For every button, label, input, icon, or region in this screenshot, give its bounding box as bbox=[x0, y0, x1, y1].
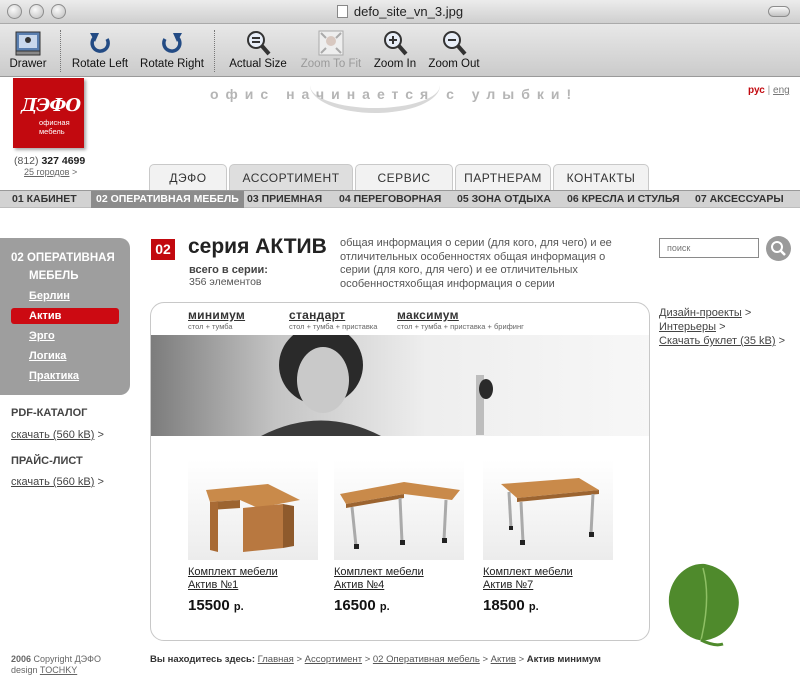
zoom-to-fit-button[interactable]: Zoom To Fit bbox=[296, 28, 366, 70]
product-price: 15500 р. bbox=[188, 597, 244, 614]
drawer-button[interactable]: Drawer bbox=[6, 28, 50, 70]
subnav-reception[interactable]: 03 ПРИЕМНАЯ bbox=[247, 191, 322, 208]
straight-desk-illustration bbox=[501, 478, 599, 545]
pdf-catalog-heading: PDF-КАТАЛОГ bbox=[11, 407, 88, 419]
leaf-decoration bbox=[668, 563, 739, 647]
search-icon bbox=[771, 241, 786, 256]
designer-link[interactable]: TOCHKY bbox=[40, 665, 77, 675]
product-image[interactable] bbox=[334, 460, 464, 560]
breadcrumb-operative-furniture[interactable]: 02 Оперативная мебель bbox=[373, 654, 480, 665]
product-price: 18500 р. bbox=[483, 597, 539, 614]
pdf-catalog-download-link[interactable]: скачать (560 kB) > bbox=[11, 429, 104, 441]
angled-desk-illustration bbox=[340, 482, 460, 549]
config-tab-maximum[interactable]: максимум стол + тумба + приставка + бриф… bbox=[397, 308, 524, 331]
document-icon bbox=[336, 5, 348, 18]
tab-partners[interactable]: ПАРТНЕРАМ bbox=[455, 164, 551, 190]
slogan: офис начинается с улыбки! bbox=[210, 86, 579, 102]
series-menu: 02 ОПЕРАТИВНАЯ МЕБЕЛЬ Берлин Актив Эрго … bbox=[0, 238, 130, 395]
rotate-right-button[interactable]: Rotate Right bbox=[136, 28, 208, 70]
breadcrumb-assortment[interactable]: Ассортимент bbox=[305, 654, 362, 665]
series-count: 356 элементов bbox=[189, 276, 262, 288]
toolbar-separator bbox=[60, 30, 61, 72]
lang-eng-link[interactable]: eng bbox=[773, 85, 790, 96]
series-number-badge: 02 bbox=[151, 239, 175, 260]
zoom-in-button[interactable]: Zoom In bbox=[370, 28, 420, 70]
breadcrumb-aktiv[interactable]: Актив bbox=[491, 654, 516, 665]
lang-rus-link[interactable]: рус bbox=[748, 85, 765, 96]
rotate-left-icon bbox=[90, 33, 110, 53]
toolbar: Drawer Rotate Left Rotate Right Actual S… bbox=[0, 24, 800, 77]
zoom-out-button[interactable]: Zoom Out bbox=[424, 28, 484, 70]
breadcrumb-current: Актив минимум bbox=[526, 654, 601, 665]
site-mockup-image: ДЭФО офисная мебель (812) 327 4699 25 го… bbox=[0, 78, 800, 678]
series-menu-title: 02 ОПЕРАТИВНАЯ МЕБЕЛЬ bbox=[11, 252, 115, 282]
zoom-out-icon bbox=[443, 31, 467, 56]
magnifier-icon bbox=[247, 31, 271, 56]
actual-size-button[interactable]: Actual Size bbox=[226, 28, 290, 70]
config-tab-standard[interactable]: стандарт стол + тумба + приставка bbox=[289, 308, 377, 331]
cities-link[interactable]: 25 городов > bbox=[24, 167, 77, 177]
subnav-accessories[interactable]: 07 АКСЕССУАРЫ bbox=[695, 191, 784, 208]
subnav-meeting-room[interactable]: 04 ПЕРЕГОВОРНАЯ bbox=[339, 191, 441, 208]
search-button[interactable] bbox=[766, 236, 791, 261]
series-menu-item-ergo[interactable]: Эрго bbox=[11, 328, 119, 344]
design-projects-link[interactable]: Дизайн-проекты > bbox=[659, 307, 751, 319]
series-menu-item-berlin[interactable]: Берлин bbox=[11, 288, 119, 304]
footer: 2006 Copyright ДЭФО design TOCHKY bbox=[11, 654, 101, 675]
rotate-left-button[interactable]: Rotate Left bbox=[68, 28, 132, 70]
product-price: 16500 р. bbox=[334, 597, 390, 614]
series-description: общая информация о серии (для кого, для … bbox=[340, 237, 612, 290]
subnav-cabinet[interactable]: 01 КАБИНЕТ bbox=[12, 191, 77, 208]
toolbar-toggle-button[interactable] bbox=[768, 6, 790, 17]
window-titlebar: defo_site_vn_3.jpg bbox=[0, 0, 800, 24]
subnav-rest-zone[interactable]: 05 ЗОНА ОТДЫХА bbox=[457, 191, 551, 208]
breadcrumb-home[interactable]: Главная bbox=[258, 654, 294, 665]
category-subnav: 01 КАБИНЕТ 02 ОПЕРАТИВНАЯ МЕБЕЛЬ 03 ПРИЕ… bbox=[0, 190, 800, 208]
interiors-link[interactable]: Интерьеры > bbox=[659, 321, 726, 333]
product-card[interactable]: Комплект мебели Актив №7 18500 р. bbox=[483, 460, 613, 614]
product-image[interactable] bbox=[188, 460, 318, 560]
subnav-chairs[interactable]: 06 КРЕСЛА И СТУЛЬЯ bbox=[567, 191, 680, 208]
series-count-label: всего в серии: bbox=[189, 264, 268, 276]
download-booklet-link[interactable]: Скачать буклет (35 kB) > bbox=[659, 335, 785, 347]
series-menu-item-aktiv[interactable]: Актив bbox=[11, 308, 119, 324]
tab-defo[interactable]: ДЭФО bbox=[149, 164, 227, 190]
series-menu-item-praktika[interactable]: Практика bbox=[11, 368, 119, 384]
toolbar-separator bbox=[214, 30, 215, 72]
series-menu-item-logika[interactable]: Логика bbox=[11, 348, 119, 364]
price-list-heading: ПРАЙС-ЛИСТ bbox=[11, 455, 83, 467]
corner-desk-illustration bbox=[206, 484, 300, 552]
config-tab-minimum[interactable]: минимум стол + тумба bbox=[188, 308, 245, 331]
tab-contacts[interactable]: КОНТАКТЫ bbox=[553, 164, 649, 190]
subnav-operative-furniture[interactable]: 02 ОПЕРАТИВНАЯ МЕБЕЛЬ bbox=[91, 191, 244, 208]
series-photo bbox=[151, 335, 649, 436]
breadcrumb: Вы находитесь здесь: Главная > Ассортиме… bbox=[150, 654, 601, 665]
drawer-icon bbox=[15, 31, 41, 56]
price-list-download-link[interactable]: скачать (560 kB) > bbox=[11, 476, 104, 488]
series-panel: минимум стол + тумба стандарт стол + тум… bbox=[150, 302, 650, 641]
tab-assortment[interactable]: АССОРТИМЕНТ bbox=[229, 164, 353, 190]
series-title: серия АКТИВ bbox=[188, 235, 327, 258]
product-card[interactable]: Комплект мебели Актив №1 15500 р. bbox=[188, 460, 318, 614]
zoom-in-icon bbox=[384, 31, 408, 56]
tab-service[interactable]: СЕРВИС bbox=[355, 164, 453, 190]
language-switcher: рус | eng bbox=[748, 85, 790, 96]
rotate-right-icon bbox=[162, 33, 182, 53]
phone-number: (812) 327 4699 bbox=[14, 155, 86, 167]
site-logo[interactable]: ДЭФО офисная мебель bbox=[13, 78, 84, 148]
window-title: defo_site_vn_3.jpg bbox=[0, 4, 800, 19]
product-card[interactable]: Комплект мебели Актив №4 16500 р. bbox=[334, 460, 464, 614]
zoom-to-fit-icon bbox=[318, 30, 344, 56]
woman-photo-illustration bbox=[261, 335, 493, 436]
product-image[interactable] bbox=[483, 460, 613, 560]
search-input[interactable] bbox=[659, 238, 759, 258]
